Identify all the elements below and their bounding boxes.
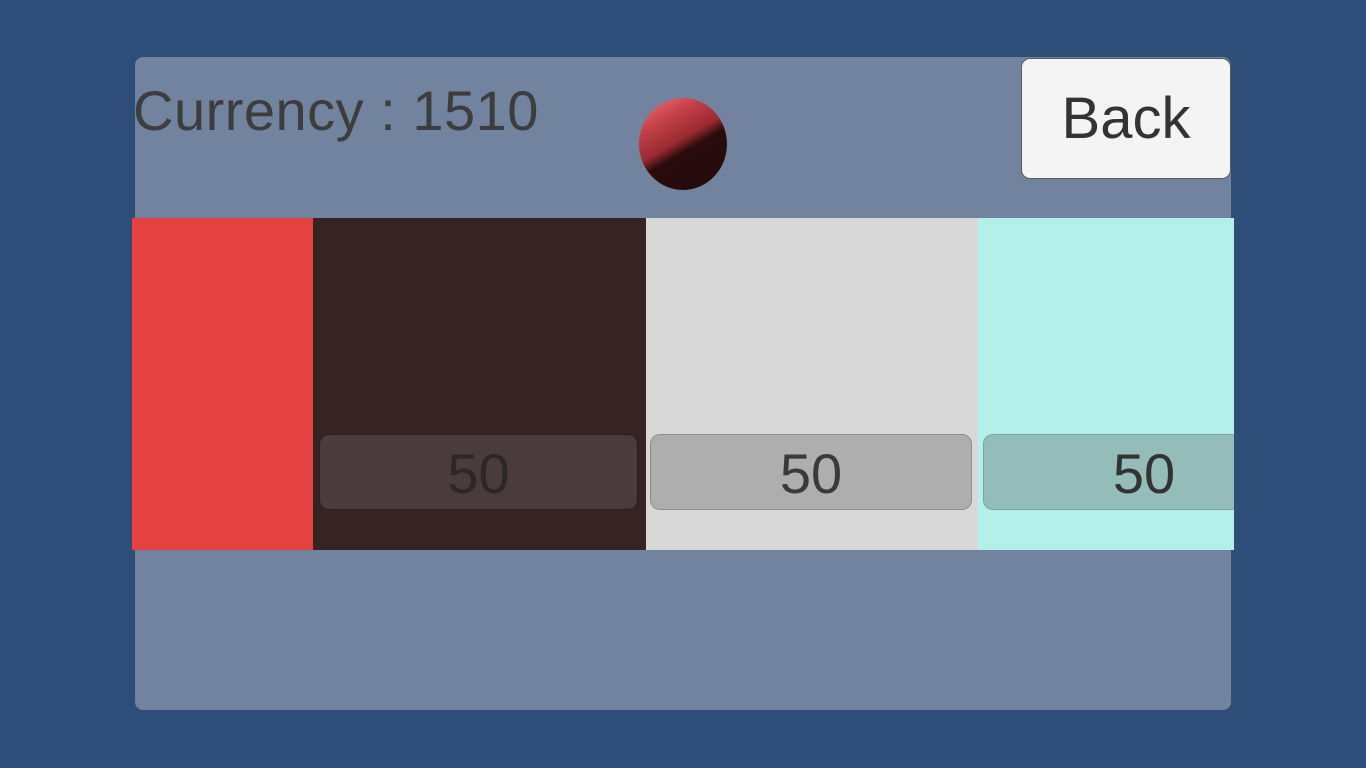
color-item-dark-brown[interactable]: 50 xyxy=(313,218,646,550)
buy-button-dark-brown[interactable]: 50 xyxy=(319,434,638,510)
back-button[interactable]: Back xyxy=(1021,58,1231,179)
buy-button-light-gray[interactable]: 50 xyxy=(650,434,972,510)
color-item-red[interactable] xyxy=(132,218,313,550)
color-item-aqua[interactable]: 50 xyxy=(978,218,1234,550)
buy-button-aqua[interactable]: 50 xyxy=(983,434,1234,510)
color-item-light-gray[interactable]: 50 xyxy=(646,218,978,550)
currency-label: Currency : 1510 xyxy=(133,79,539,142)
color-shop-list[interactable]: 50 50 50 xyxy=(132,218,1234,550)
ball-preview xyxy=(639,98,727,190)
